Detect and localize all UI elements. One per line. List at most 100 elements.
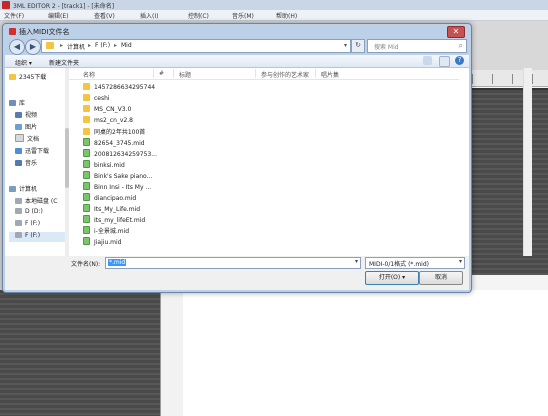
list-item[interactable]: Bink's Sake piano...: [83, 171, 152, 182]
music-icon: [15, 160, 22, 166]
sidebar-item-label: D (D:): [25, 208, 43, 215]
sidebar-item-music[interactable]: 音乐: [15, 158, 37, 168]
menu-control[interactable]: 控制(C): [188, 11, 209, 20]
sidebar-item-label: 图片: [25, 124, 38, 131]
midi-file-icon: [83, 204, 90, 212]
column-title[interactable]: 标题: [179, 70, 191, 79]
dialog-title: 插入MIDI文件名: [19, 28, 70, 36]
help-icon[interactable]: ?: [455, 56, 464, 65]
breadcrumb-mid[interactable]: Mid: [121, 42, 132, 49]
list-item[interactable]: Its_my_lifeEt.mid: [83, 215, 145, 226]
piano-roll-left[interactable]: [0, 290, 160, 416]
menu-file[interactable]: 文件(F): [4, 11, 24, 20]
file-name: 200812634259753...: [94, 151, 157, 158]
list-item[interactable]: MS_CN_V3.0: [83, 105, 131, 116]
sidebar-item-video[interactable]: 视频: [15, 110, 37, 120]
list-item[interactable]: 82654_3745.mid: [83, 138, 145, 149]
sidebar-item-drive-f[interactable]: F (F:): [15, 220, 40, 230]
new-folder-button[interactable]: 新建文件夹: [49, 58, 79, 67]
video-icon: [15, 112, 22, 118]
file-name: binksi.mid: [94, 162, 125, 169]
menu-edit[interactable]: 编辑(E): [48, 11, 68, 20]
thunder-download-icon: [15, 148, 22, 154]
timeline-ruler: [462, 70, 548, 87]
midi-file-icon: [83, 215, 90, 223]
back-button[interactable]: ◀: [9, 39, 25, 55]
column-album[interactable]: 唱片集: [321, 70, 339, 79]
file-list-scrollbar[interactable]: [523, 68, 532, 256]
column-divider[interactable]: [153, 69, 154, 78]
sidebar-item-drive-f-selected[interactable]: F (F:): [9, 232, 69, 242]
app-menubar: 文件(F) 编辑(E) 查看(V) 插入(I) 控制(C) 音乐(M) 帮助(H…: [0, 10, 548, 21]
address-bar[interactable]: ▸ 计算机 ▸ F (F:) ▸ Mid ▾: [41, 39, 351, 53]
open-button[interactable]: 打开(O) ▾: [365, 271, 419, 285]
list-item[interactable]: binksi.mid: [83, 160, 125, 171]
sidebar-item-documents[interactable]: 文档: [15, 134, 39, 144]
list-item[interactable]: ms2_cn_v2.8: [83, 116, 133, 127]
sidebar-item-2345-download[interactable]: 2345下载: [9, 72, 46, 82]
disk-icon: [15, 232, 22, 238]
list-item[interactable]: 同桌的2年共100首: [83, 127, 145, 138]
midi-file-icon: [83, 171, 90, 179]
close-button[interactable]: ✕: [447, 26, 465, 38]
app-title: 3ML EDITOR 2 - [track1] - [未命名]: [13, 3, 115, 10]
dialog-title-bar: 插入MIDI文件名: [9, 27, 70, 37]
disk-icon: [15, 198, 22, 204]
list-item[interactable]: Its_My_Life.mid: [83, 204, 140, 215]
list-item[interactable]: diancipao.mid: [83, 193, 136, 204]
filename-input[interactable]: *.mid ▾: [105, 257, 361, 269]
search-input[interactable]: 搜索 Mid ⌕: [367, 39, 467, 53]
search-placeholder: 搜索 Mid: [374, 44, 399, 51]
piano-roll-track[interactable]: [470, 88, 548, 275]
midi-file-icon: [83, 193, 90, 201]
column-name[interactable]: 名称: [83, 70, 95, 79]
editor-canvas[interactable]: [183, 290, 548, 416]
folder-icon: [83, 94, 90, 101]
list-item[interactable]: Binn Insi - Its My ...: [83, 182, 151, 193]
view-options-icon[interactable]: [423, 56, 432, 65]
file-name: Jiajiu.mid: [94, 239, 122, 246]
list-item[interactable]: Jiajiu.mid: [83, 237, 121, 248]
menu-view[interactable]: 查看(V): [94, 11, 115, 20]
disk-icon: [15, 220, 22, 226]
list-item[interactable]: 1457286634295744: [83, 83, 155, 94]
file-name: ceshi: [94, 95, 110, 102]
file-name: diancipao.mid: [94, 195, 137, 202]
library-icon: [9, 100, 16, 106]
cancel-button[interactable]: 取消: [419, 271, 463, 285]
column-artist[interactable]: 参与创作的艺术家: [261, 70, 309, 79]
sidebar-item-computer[interactable]: 计算机: [9, 184, 37, 194]
column-number[interactable]: #: [159, 70, 164, 77]
chevron-down-icon[interactable]: ▾: [355, 258, 358, 265]
forward-button[interactable]: ▶: [25, 39, 41, 55]
filename-label: 文件名(N):: [71, 261, 101, 268]
list-item[interactable]: i-全景城.mid: [83, 226, 129, 237]
sidebar-item-library[interactable]: 库: [9, 98, 25, 108]
sidebar-item-label: F (F:): [25, 220, 41, 227]
sidebar-item-pictures[interactable]: 图片: [15, 122, 37, 132]
midi-file-icon: [83, 160, 90, 168]
address-dropdown-icon[interactable]: ▾: [344, 42, 347, 49]
menu-help[interactable]: 帮助(H): [276, 11, 297, 20]
breadcrumb-drive-f[interactable]: F (F:): [95, 42, 110, 49]
list-item[interactable]: 200812634259753...: [83, 149, 157, 160]
column-divider[interactable]: [315, 69, 316, 78]
sidebar-item-local-disk-c[interactable]: 本地磁盘 (C: [15, 196, 57, 206]
refresh-button[interactable]: ↻: [351, 39, 365, 53]
sidebar-item-drive-d[interactable]: D (D:): [15, 208, 43, 218]
column-divider[interactable]: [255, 69, 256, 78]
folder-icon: [83, 116, 90, 123]
list-item[interactable]: ceshi: [83, 94, 110, 105]
menu-insert[interactable]: 插入(I): [140, 11, 158, 20]
filetype-select[interactable]: MIDI-0/1格式 (*.mid) ▾: [365, 257, 465, 269]
organize-button[interactable]: 组织 ▾: [15, 58, 32, 67]
column-divider[interactable]: [173, 69, 174, 78]
midi-file-icon: [83, 182, 90, 190]
menu-music[interactable]: 音乐(M): [232, 11, 254, 20]
breadcrumb-computer[interactable]: 计算机: [67, 42, 85, 51]
sidebar-item-thunder-download[interactable]: 迅雷下载: [15, 146, 49, 156]
sidebar-item-label: 音乐: [25, 160, 38, 167]
sidebar-item-label: 本地磁盘 (C: [25, 198, 58, 205]
preview-pane-icon[interactable]: [439, 56, 450, 67]
disk-icon: [15, 208, 22, 214]
